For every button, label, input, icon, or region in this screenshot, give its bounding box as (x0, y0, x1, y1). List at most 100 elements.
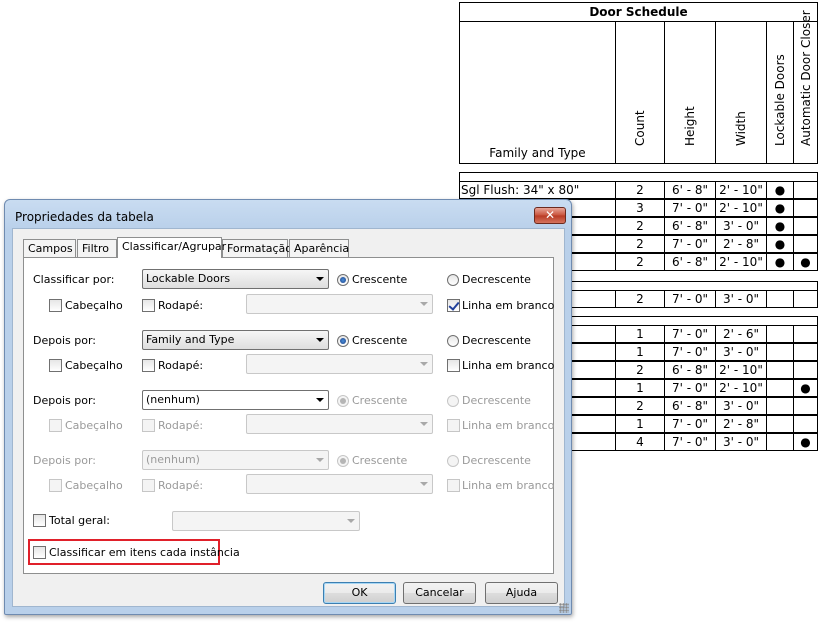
schedule-cell-auto (794, 290, 818, 308)
resize-grip-icon[interactable] (559, 603, 569, 613)
descending-radio[interactable] (447, 395, 459, 407)
col-header-lockable: Lockable Doors (767, 21, 794, 164)
col-header-height: Height (665, 21, 716, 164)
tab-formatacao[interactable]: Formatação (222, 239, 292, 257)
header-checkbox[interactable] (49, 479, 62, 492)
schedule-cell-height: 7' - 0" (665, 199, 716, 217)
ascending-label: Crescente (352, 334, 408, 347)
chevron-down-icon (420, 302, 428, 306)
schedule-cell-auto (794, 181, 818, 199)
ascending-radio[interactable] (337, 455, 349, 467)
header-checkbox[interactable] (49, 299, 62, 312)
footer-checkbox[interactable] (142, 479, 155, 492)
schedule-cell-height: 7' - 0" (665, 343, 716, 361)
sort-field-select[interactable]: Lockable Doors (142, 269, 329, 289)
blank-line-checkbox[interactable] (447, 359, 460, 372)
ascending-radio[interactable] (337, 274, 349, 286)
schedule-cell-height: 7' - 0" (665, 235, 716, 253)
chevron-down-icon (316, 458, 324, 462)
schedule-cell-width: 2' - 8" (716, 415, 767, 433)
chevron-down-icon (347, 519, 355, 523)
close-button[interactable]: ✕ (534, 207, 566, 224)
chevron-down-icon (420, 362, 428, 366)
schedule-cell-height: 6' - 8" (665, 361, 716, 379)
schedule-cell-lock: ● (767, 253, 794, 271)
schedule-cell-height: 7' - 0" (665, 415, 716, 433)
blank-line-checkbox[interactable] (447, 299, 460, 312)
chevron-down-icon (420, 482, 428, 486)
blank-line-label: Linha em branco (462, 419, 555, 432)
sort-field-select[interactable]: Family and Type (142, 330, 329, 350)
tab-filtro[interactable]: Filtro (77, 239, 117, 257)
footer-select[interactable] (246, 294, 433, 314)
schedule-cell-count: 4 (616, 433, 665, 451)
sort-field-select[interactable]: (nenhum) (142, 390, 329, 410)
col-header-label: Height (683, 106, 697, 146)
footer-select[interactable] (246, 414, 433, 434)
schedule-cell-lock: ● (767, 199, 794, 217)
ascending-radio[interactable] (337, 395, 349, 407)
schedule-cell-width: 2' - 6" (716, 325, 767, 343)
header-label: Cabeçalho (65, 299, 123, 312)
schedule-cell-width: 3' - 0" (716, 397, 767, 415)
footer-checkbox[interactable] (142, 359, 155, 372)
header-label: Cabeçalho (65, 479, 123, 492)
tab-classificar-agrupar[interactable]: Classificar/Agrupar (117, 237, 226, 258)
footer-checkbox[interactable] (142, 419, 155, 432)
schedule-cell-auto: ● (794, 379, 818, 397)
schedule-cell-count: 2 (616, 217, 665, 235)
itemize-checkbox[interactable] (33, 546, 46, 559)
schedule-cell-height: 6' - 8" (665, 397, 716, 415)
header-checkbox[interactable] (49, 359, 62, 372)
ascending-label: Crescente (352, 394, 408, 407)
col-header-family-type: Family and Type (459, 21, 616, 164)
schedule-cell-lock: ● (767, 235, 794, 253)
descending-radio[interactable] (447, 335, 459, 347)
schedule-cell-width: 2' - 10" (716, 253, 767, 271)
cancel-button[interactable]: Cancelar (403, 582, 476, 604)
schedule-cell-height: 7' - 0" (665, 290, 716, 308)
grand-total-checkbox[interactable] (33, 514, 46, 527)
header-checkbox[interactable] (49, 419, 62, 432)
schedule-cell-width: 2' - 8" (716, 235, 767, 253)
blank-line-checkbox[interactable] (447, 479, 460, 492)
schedule-cell-auto (794, 415, 818, 433)
footer-label: Rodapé: (158, 479, 204, 492)
schedule-cell-lock (767, 397, 794, 415)
schedule-cell-height: 6' - 8" (665, 217, 716, 235)
col-header-auto-closer: Automatic Door Closer (794, 10, 818, 164)
descending-label: Decrescente (462, 334, 531, 347)
schedule-cell-width: 3' - 0" (716, 290, 767, 308)
tab-campos[interactable]: Campos (23, 239, 76, 257)
schedule-cell-count: 1 (616, 343, 665, 361)
schedule-title: Door Schedule (459, 2, 818, 22)
schedule-cell-lock (767, 379, 794, 397)
ascending-radio[interactable] (337, 335, 349, 347)
footer-select[interactable] (246, 474, 433, 494)
descending-radio[interactable] (447, 455, 459, 467)
schedule-cell-width: 3' - 0" (716, 343, 767, 361)
sort-field-value: Lockable Doors (146, 272, 231, 285)
help-button[interactable]: Ajuda (485, 582, 558, 604)
ascending-label: Crescente (352, 454, 408, 467)
blank-line-checkbox[interactable] (447, 419, 460, 432)
descending-radio[interactable] (447, 274, 459, 286)
ok-button[interactable]: OK (323, 582, 396, 604)
schedule-cell-count: 3 (616, 199, 665, 217)
sort-level-label: Depois por: (33, 454, 96, 467)
blank-line-label: Linha em branco (462, 479, 555, 492)
descending-label: Decrescente (462, 394, 531, 407)
schedule-cell-width: 3' - 0" (716, 433, 767, 451)
col-header-width: Width (716, 21, 767, 164)
schedule-cell-height: 7' - 0" (665, 433, 716, 451)
footer-select[interactable] (246, 354, 433, 374)
grand-total-label: Total geral: (49, 514, 110, 527)
schedule-cell-auto: ● (794, 433, 818, 451)
sort-field-select[interactable]: (nenhum) (142, 450, 329, 470)
footer-label: Rodapé: (158, 359, 204, 372)
tab-aparencia[interactable]: Aparência (289, 239, 349, 257)
grand-total-select[interactable] (172, 511, 360, 531)
sort-field-value: Family and Type (146, 333, 235, 346)
footer-checkbox[interactable] (142, 299, 155, 312)
footer-label: Rodapé: (158, 419, 204, 432)
